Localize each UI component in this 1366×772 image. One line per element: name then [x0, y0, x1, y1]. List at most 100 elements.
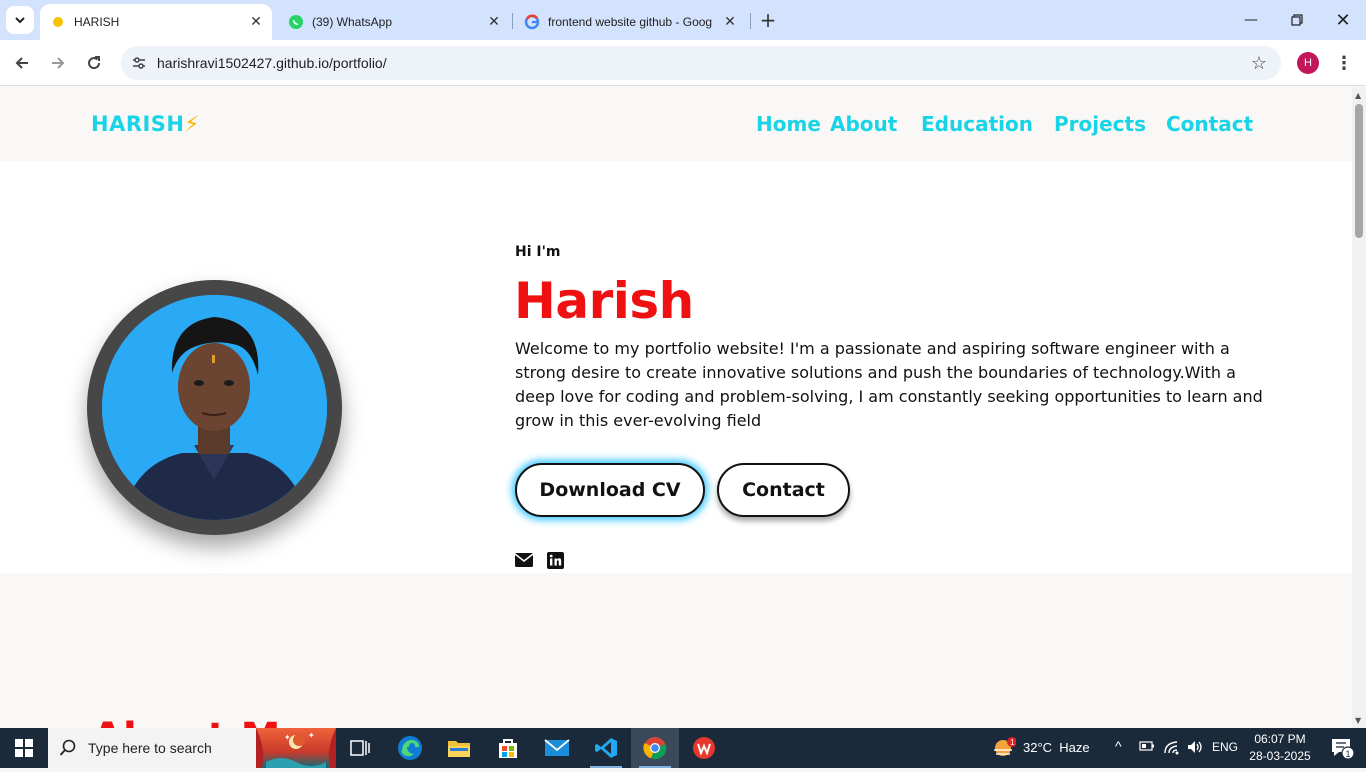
browser-tabstrip: HARISH ✕ (39) WhatsApp ✕ frontend websit…: [0, 0, 1366, 40]
hero-bio: Welcome to my portfolio website! I'm a p…: [515, 339, 1263, 430]
notification-icon: 1: [1332, 739, 1355, 760]
search-placeholder: Type here to search: [88, 740, 212, 756]
profile-avatar[interactable]: H: [1297, 52, 1319, 74]
close-icon[interactable]: ✕: [484, 12, 504, 32]
store-app[interactable]: [484, 728, 532, 768]
clock-time: 06:07 PM: [1254, 732, 1306, 746]
download-cv-button[interactable]: Download CV: [515, 463, 705, 517]
battery-icon[interactable]: [1139, 740, 1155, 755]
file-explorer-app[interactable]: [435, 728, 483, 768]
close-icon[interactable]: ✕: [720, 12, 740, 32]
scroll-down-arrow-icon[interactable]: ▼: [1355, 716, 1361, 725]
tab-whatsapp[interactable]: (39) WhatsApp ✕: [278, 4, 510, 40]
envelope-icon[interactable]: [514, 551, 534, 569]
nav-education[interactable]: Education: [921, 112, 1033, 136]
weather-widget-icon[interactable]: 1: [986, 728, 1020, 768]
wps-office-app[interactable]: [680, 728, 728, 768]
wps-icon: [693, 737, 715, 759]
tab-title: (39) WhatsApp: [312, 15, 393, 29]
edge-app[interactable]: [386, 728, 434, 768]
notification-count: 1: [1346, 749, 1351, 759]
nav-contact[interactable]: Contact: [1166, 112, 1253, 136]
hero-section: Hi I'm Harish Welcome to my portfolio we…: [0, 161, 1352, 573]
nav-projects[interactable]: Projects: [1054, 112, 1146, 136]
new-tab-button[interactable]: +: [756, 8, 780, 32]
linkedin-icon[interactable]: [545, 551, 565, 569]
forward-arrow-icon: [52, 57, 65, 69]
tab-separator: [750, 13, 751, 29]
hero-name: Harish: [514, 272, 694, 330]
chevron-down-icon: [15, 17, 25, 24]
weather-text[interactable]: 32°C Haze: [1023, 740, 1090, 755]
browser-menu-icon[interactable]: ⋮: [1334, 52, 1354, 74]
scroll-up-arrow-icon[interactable]: ▲: [1355, 91, 1361, 100]
hero-greeting: Hi I'm: [515, 244, 561, 260]
chrome-app[interactable]: [631, 728, 679, 768]
clock-date: 28-03-2025: [1249, 749, 1311, 763]
tab-harish[interactable]: HARISH ✕: [40, 4, 272, 40]
url-text: harishravi1502427.github.io/portfolio/: [157, 55, 387, 71]
nav-home[interactable]: Home: [756, 112, 821, 136]
contact-button[interactable]: Contact: [717, 463, 850, 517]
reload-icon: [88, 56, 101, 70]
vscode-app[interactable]: [582, 728, 630, 768]
scrollbar-thumb[interactable]: [1355, 104, 1363, 238]
profile-photo-frame: [87, 280, 342, 535]
search-icon: [48, 739, 88, 757]
profile-photo: [102, 295, 327, 520]
tab-separator: [512, 13, 513, 29]
bookmark-star-icon[interactable]: ☆: [1249, 53, 1269, 74]
start-button[interactable]: [0, 728, 48, 768]
site-navbar: HARISH⚡ Home About Education Projects Co…: [0, 87, 1352, 161]
close-icon: ✕: [1335, 9, 1351, 31]
page-scrollbar[interactable]: ▲ ▼: [1352, 87, 1366, 728]
windows-logo-icon: [15, 739, 33, 757]
whatsapp-icon: [288, 14, 304, 30]
page-viewport: HARISH⚡ Home About Education Projects Co…: [0, 87, 1352, 728]
tab-title: HARISH: [74, 15, 120, 29]
about-section-heading: About M: [92, 715, 280, 728]
minimize-icon: —: [1244, 12, 1258, 28]
chrome-icon: [643, 737, 667, 760]
forward-button[interactable]: [44, 49, 72, 77]
speaker-icon[interactable]: [1186, 739, 1204, 758]
back-button[interactable]: [8, 49, 36, 77]
browser-toolbar: harishravi1502427.github.io/portfolio/ ☆…: [0, 40, 1366, 86]
mail-icon: [544, 739, 570, 756]
restore-icon: [1291, 14, 1303, 26]
input-language[interactable]: ENG: [1212, 740, 1238, 754]
restore-button[interactable]: [1274, 0, 1320, 40]
store-bag-icon: [499, 739, 517, 758]
nav-about[interactable]: About: [830, 112, 897, 136]
tab-title: frontend website github - Goog: [548, 15, 713, 29]
lightning-icon: ⚡: [184, 112, 200, 136]
vscode-icon: [595, 738, 617, 758]
close-icon[interactable]: ✕: [246, 12, 266, 32]
weather-badge: 1: [1010, 738, 1015, 747]
tab-search-button[interactable]: [6, 6, 34, 34]
address-bar[interactable]: harishravi1502427.github.io/portfolio/ ☆: [121, 46, 1281, 80]
edge-icon: [398, 736, 422, 760]
task-view-icon: [350, 740, 370, 756]
search-highlight-image[interactable]: ✦ ✦: [256, 728, 336, 768]
svg-text:✦: ✦: [308, 731, 315, 740]
mail-app[interactable]: [533, 728, 581, 768]
svg-text:✦: ✦: [284, 733, 291, 742]
task-view-button[interactable]: [336, 728, 384, 768]
back-arrow-icon: [15, 57, 28, 69]
chevron-up-icon[interactable]: ^: [1115, 738, 1122, 754]
site-logo[interactable]: HARISH⚡: [91, 112, 200, 136]
tab-google-search[interactable]: frontend website github - Goog ✕: [514, 4, 746, 40]
reload-button[interactable]: [80, 49, 108, 77]
wifi-icon[interactable]: [1163, 739, 1181, 758]
google-icon: [524, 14, 540, 30]
close-window-button[interactable]: ✕: [1320, 0, 1366, 40]
taskbar-search-box[interactable]: Type here to search: [48, 728, 256, 768]
windows-taskbar: Type here to search ✦ ✦ 1 32°C Haze ^ ENG: [0, 728, 1366, 768]
system-clock[interactable]: 06:07 PM 28-03-2025: [1240, 731, 1320, 765]
yellow-dot-icon: [50, 14, 66, 30]
action-center-button[interactable]: 1: [1318, 728, 1366, 768]
minimize-button[interactable]: —: [1228, 0, 1274, 40]
site-settings-icon[interactable]: [129, 53, 149, 73]
folder-icon: [448, 741, 470, 757]
